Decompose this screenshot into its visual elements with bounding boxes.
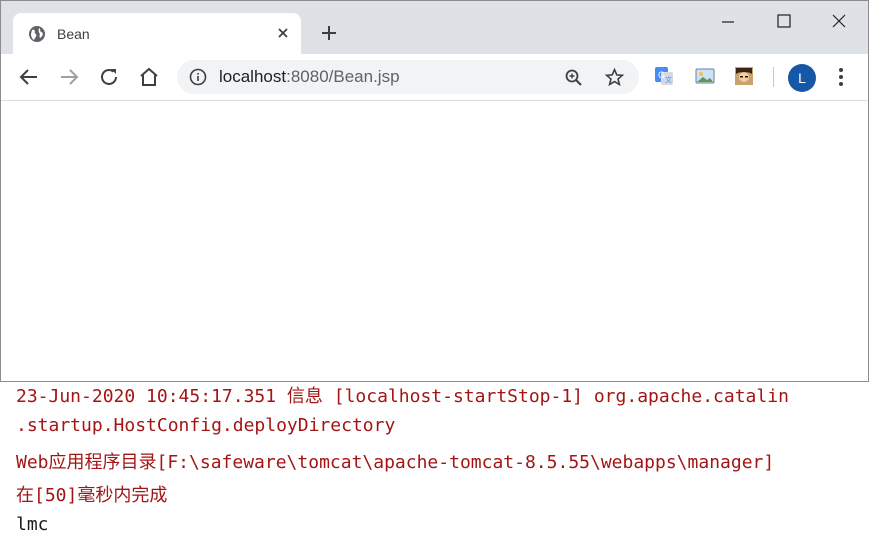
maximize-icon[interactable] <box>773 11 795 33</box>
toolbar: localhost:8080/Bean.jsp G 文 L <box>1 54 868 101</box>
close-tab-icon[interactable] <box>275 25 291 41</box>
log-line-class: .startup.HostConfig.deployDirectory <box>16 415 396 436</box>
forward-arrow-icon[interactable] <box>57 65 81 89</box>
tab-strip: Bean <box>1 1 868 54</box>
image-extension-icon[interactable] <box>695 66 715 86</box>
new-tab-plus-icon[interactable] <box>319 23 339 43</box>
minimize-icon[interactable] <box>717 11 739 33</box>
tab-title: Bean <box>57 26 90 42</box>
svg-text:G: G <box>658 70 665 80</box>
address-bar[interactable]: localhost:8080/Bean.jsp <box>177 60 639 94</box>
tab-bean[interactable]: Bean <box>13 13 301 54</box>
avatar-extension-icon[interactable] <box>734 66 754 86</box>
log-line-duration: 在[50]毫秒内完成 <box>16 485 168 506</box>
toolbar-divider <box>773 67 774 87</box>
url-path: :8080/Bean.jsp <box>286 67 400 86</box>
globe-icon <box>29 26 45 42</box>
url-text[interactable]: localhost:8080/Bean.jsp <box>219 67 400 87</box>
log-line-directory: Web应用程序目录[F:\safeware\tomcat\apache-tomc… <box>16 452 775 473</box>
svg-text:文: 文 <box>665 75 672 84</box>
more-menu-icon[interactable] <box>831 65 851 89</box>
home-icon[interactable] <box>137 65 161 89</box>
log-line-timestamp: 23-Jun-2020 10:45:17.351 信息 [localhost-s… <box>16 386 789 407</box>
zoom-icon[interactable] <box>564 68 584 88</box>
back-arrow-icon[interactable] <box>17 65 41 89</box>
profile-avatar[interactable]: L <box>788 64 816 92</box>
translate-extension-icon[interactable]: G 文 <box>654 66 674 86</box>
browser-window: Bean localhost:8080/Bean.jsp G 文 L <box>0 0 869 382</box>
bookmark-star-icon[interactable] <box>604 67 625 88</box>
close-window-icon[interactable] <box>828 11 850 33</box>
output-line: lmc <box>16 514 49 535</box>
page-viewport <box>1 101 868 381</box>
server-console-output: 23-Jun-2020 10:45:17.351 信息 [localhost-s… <box>0 380 869 542</box>
url-host: localhost <box>219 67 287 86</box>
reload-icon[interactable] <box>97 65 121 89</box>
site-info-icon[interactable] <box>189 68 207 86</box>
